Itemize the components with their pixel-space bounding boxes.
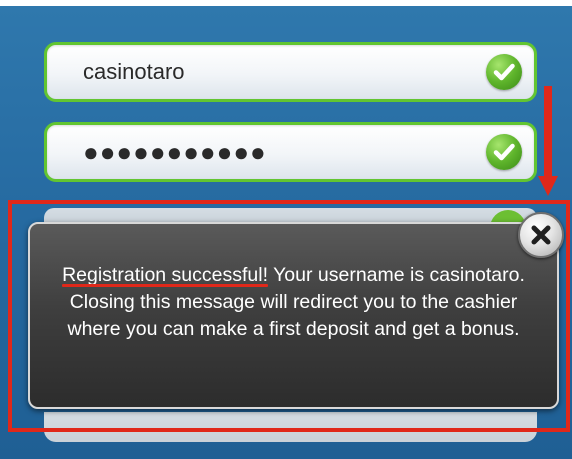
username-valid-check-icon	[486, 54, 522, 90]
message-highlight: Registration successful!	[62, 264, 268, 287]
annotation-underline	[62, 284, 268, 287]
annotation-arrow-icon	[538, 86, 558, 196]
password-field[interactable]: ●●●●●●●●●●●	[44, 122, 537, 182]
success-modal: Registration successful! Your username i…	[28, 222, 559, 409]
password-valid-check-icon	[486, 134, 522, 170]
message-highlight-text: Registration successful!	[62, 264, 268, 286]
modal-close-button[interactable]	[518, 212, 564, 258]
close-icon	[531, 225, 551, 245]
password-value: ●●●●●●●●●●●	[83, 137, 267, 167]
username-value: casinotaro	[83, 59, 185, 84]
username-field[interactable]: casinotaro	[44, 42, 537, 102]
modal-message: Registration successful! Your username i…	[30, 262, 557, 343]
